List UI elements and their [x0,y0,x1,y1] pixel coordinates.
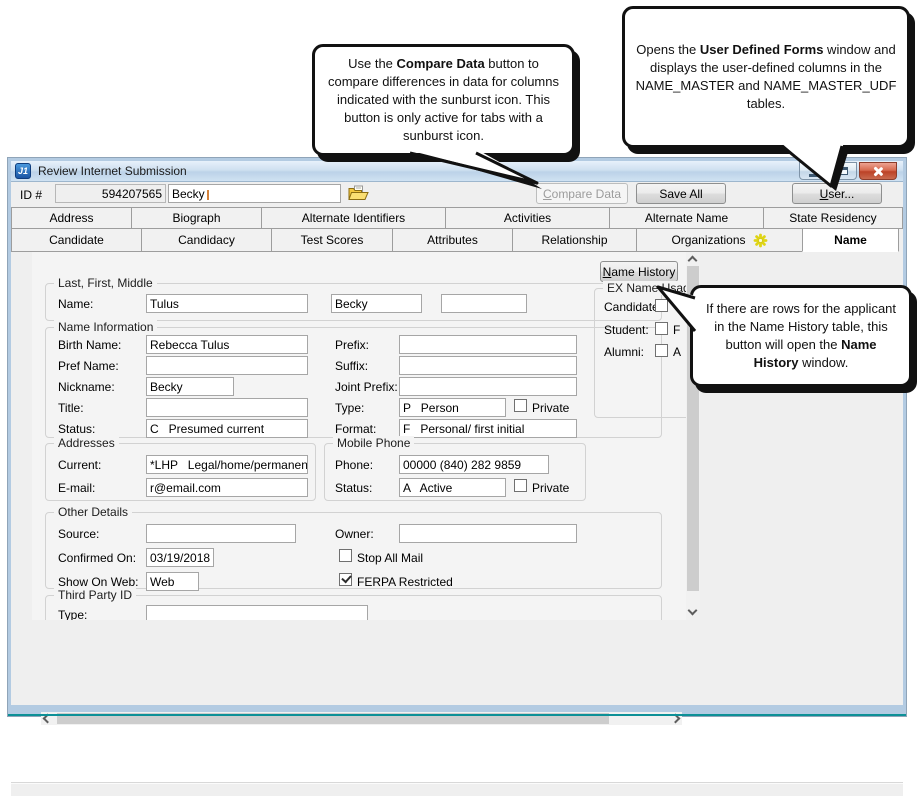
scroll-right-icon[interactable] [671,714,681,724]
tab-alternate-name[interactable]: Alternate Name [609,207,764,229]
third-party-type-field[interactable] [146,605,368,620]
status-field[interactable]: C Presumed current [146,419,308,438]
name-label: Name: [58,297,93,311]
id-label: ID # [20,188,42,202]
suffix-field[interactable] [399,356,577,375]
sunburst-icon [753,233,768,248]
maximize-button[interactable] [829,162,857,180]
first-name-field[interactable]: Becky [331,294,422,313]
status-bar [11,782,903,796]
horizontal-scrollbar[interactable] [41,712,682,725]
window-title: Review Internet Submission [38,164,187,178]
app-icon-j1: J1 [15,163,31,179]
callout-user-defined-forms: Opens the User Defined Forms window and … [622,6,910,148]
phone-status-field[interactable]: A Active [399,478,506,497]
scroll-up-icon[interactable] [688,256,698,266]
compare-data-button[interactable]: Compare Data [536,183,628,204]
scroll-left-icon[interactable] [43,714,53,724]
callout-name-history: If there are rows for the applicant in t… [690,285,912,387]
maximize-icon [839,167,848,175]
callout-text: If there are rows for the applicant in t… [703,300,899,372]
review-internet-submission-window: J1 Review Internet Submission ID # 59420… [8,158,906,716]
tab-candidacy[interactable]: Candidacy [141,228,272,252]
tab-activities[interactable]: Activities [445,207,610,229]
group-title: Addresses [54,436,119,450]
group-title: Name Information [54,320,157,334]
callout-text: Opens the User Defined Forms window and … [635,41,897,113]
stop-all-mail-label: Stop All Mail [357,551,423,565]
nickname-field[interactable]: Becky [146,377,234,396]
ex-candidate-checkbox[interactable] [655,299,668,312]
toolbar: ID # 594207565 Becky Compare Data Save A… [11,183,903,207]
show-on-web-field[interactable]: Web [146,572,199,591]
title-field[interactable] [146,398,308,417]
tab-test-scores[interactable]: Test Scores [271,228,393,252]
group-other-details: Other Details Source: Owner: Confirmed O… [45,512,662,589]
tab-state-residency[interactable]: State Residency [763,207,903,229]
group-addresses: Addresses Current: *LHP Legal/home/perma… [45,443,316,501]
current-address-field[interactable]: *LHP Legal/home/permanent ad [146,455,308,474]
type-private-checkbox[interactable] [514,399,527,412]
type-field[interactable]: P Person [399,398,506,417]
ferpa-restricted-checkbox[interactable] [339,573,352,586]
open-folder-icon[interactable] [348,185,369,207]
group-title: Last, First, Middle [54,276,157,290]
phone-field[interactable]: 00000 (840) 282 9859 [399,455,549,474]
ferpa-restricted-label: FERPA Restricted [357,575,453,589]
phone-private-checkbox[interactable] [514,479,527,492]
owner-field[interactable] [399,524,577,543]
group-title: Mobile Phone [333,436,414,450]
email-field[interactable]: r@email.com [146,478,308,497]
ex-student-checkbox[interactable] [655,322,668,335]
name-tab-form: Last, First, Middle Name: Tulus Becky Na… [32,252,686,620]
group-last-first-middle: Last, First, Middle Name: Tulus Becky [45,283,662,321]
id-name-field[interactable]: Becky [168,184,341,203]
source-field[interactable] [146,524,296,543]
save-all-button[interactable]: Save All [636,183,726,204]
tab-alternate-identifiers[interactable]: Alternate Identifiers [261,207,446,229]
tab-row-2: Candidate Candidacy Test Scores Attribut… [11,229,899,252]
name-history-button[interactable]: Name History [600,261,678,282]
tab-organizations[interactable]: Organizations [636,228,803,252]
format-field[interactable]: F Personal/ first initial [399,419,577,438]
tab-relationship[interactable]: Relationship [512,228,637,252]
tab-row-1: Address Biograph Alternate Identifiers A… [11,207,903,229]
pref-name-field[interactable] [146,356,308,375]
callout-text: Use the Compare Data button to compare d… [325,55,562,145]
group-title: Third Party ID [54,588,136,602]
phone-private-label: Private [532,481,569,495]
close-icon [873,166,884,177]
ex-alumni-checkbox[interactable] [655,344,668,357]
group-name-information: Name Information Birth Name: Rebecca Tul… [45,327,662,438]
tab-name[interactable]: Name [802,228,899,252]
middle-name-field[interactable] [441,294,527,313]
tab-attributes[interactable]: Attributes [392,228,513,252]
scroll-down-icon[interactable] [688,606,698,616]
minimize-button[interactable] [799,162,827,180]
group-title: Other Details [54,505,132,519]
tab-biograph[interactable]: Biograph [131,207,262,229]
horizontal-scroll-thumb[interactable] [57,713,609,724]
minimize-icon [809,174,818,177]
group-ex-name-usage: EX Name Usage Candidate: Student: F Alum… [594,288,686,418]
titlebar[interactable]: J1 Review Internet Submission [11,161,903,182]
confirmed-on-field[interactable]: 03/19/2018 [146,548,214,567]
type-private-label: Private [532,401,569,415]
joint-prefix-field[interactable] [399,377,577,396]
prefix-field[interactable] [399,335,577,354]
group-mobile-phone: Mobile Phone Phone: 00000 (840) 282 9859… [324,443,586,501]
group-title: EX Name Usage [603,281,686,295]
user-button[interactable]: User... [792,183,882,204]
birth-name-field[interactable]: Rebecca Tulus [146,335,308,354]
tab-address[interactable]: Address [11,207,132,229]
last-name-field[interactable]: Tulus [146,294,308,313]
close-button[interactable] [859,162,897,180]
callout-compare-data: Use the Compare Data button to compare d… [312,44,575,156]
id-name-value: Becky [172,187,205,201]
group-third-party-id: Third Party ID Type: [45,595,662,620]
text-caret [207,190,209,200]
stop-all-mail-checkbox[interactable] [339,549,352,562]
id-field[interactable]: 594207565 [55,184,166,203]
tab-candidate[interactable]: Candidate [11,228,142,252]
